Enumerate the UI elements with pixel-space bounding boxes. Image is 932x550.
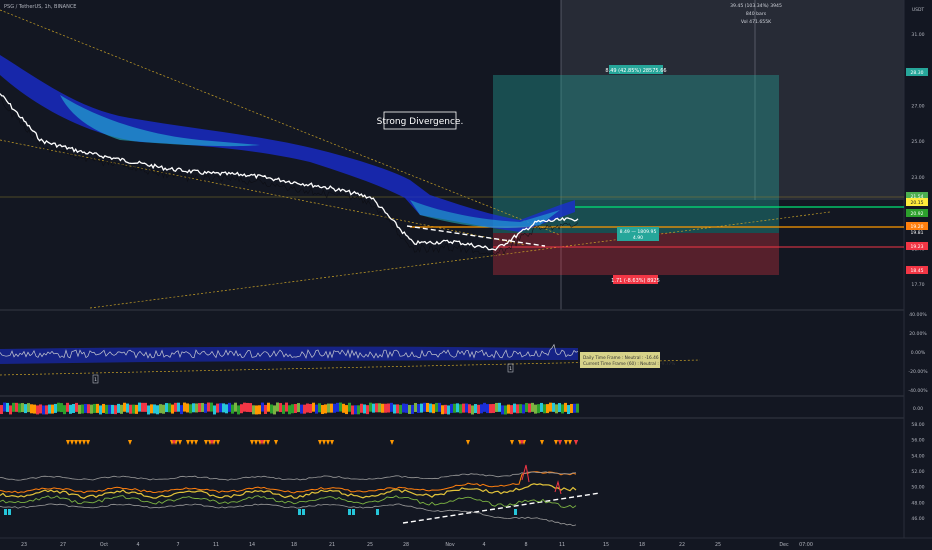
- axis-tick-label: 46.00: [911, 516, 924, 522]
- time-tick-label: 07:00: [799, 542, 813, 548]
- price-badge-label: 19.23: [911, 244, 924, 250]
- osc-marker-right: 1: [509, 366, 512, 372]
- price-badge-label: 20.92: [911, 211, 924, 217]
- time-tick-label: 15: [603, 542, 609, 548]
- measure-readout-3: Vol 471.655K: [741, 19, 772, 25]
- axis-tick-label: 40.00%: [909, 312, 927, 318]
- axis-tick-label: 0.00%: [911, 350, 926, 356]
- symbol-title[interactable]: PSG / TetherUS, 1h, BINANCE: [4, 4, 76, 10]
- tradingview-chart[interactable]: Strong Divergence. 8.49 (42.85%) 28575.6…: [0, 0, 932, 550]
- time-tick-label: 21: [329, 542, 335, 548]
- price-badge-label: 19.20: [911, 224, 924, 230]
- axis-tick-label: 54.00: [911, 453, 924, 459]
- time-tick-label: 11: [213, 542, 219, 548]
- mid-axis: 0.00: [913, 406, 923, 412]
- stop-label: 1.71 (-8.63%) 8925: [611, 278, 660, 284]
- axis-tick-label: 23.00: [911, 175, 924, 181]
- time-tick-label: 4: [136, 542, 139, 548]
- axis-tick-label: 56.00: [911, 438, 924, 444]
- divergence-note: Strong Divergence.: [377, 117, 464, 127]
- axis-tick-label: 0.00: [913, 406, 923, 412]
- axis-tick-label: 48.00: [911, 500, 924, 506]
- time-tick-label: 18: [639, 542, 645, 548]
- time-tick-label: 11: [559, 542, 565, 548]
- time-tick-label: 27: [60, 542, 66, 548]
- axis-tick-label: 31.00: [911, 32, 924, 38]
- target-zone[interactable]: [493, 75, 779, 233]
- time-tick-label: 22: [679, 542, 685, 548]
- time-tick-label: 25: [715, 542, 721, 548]
- axis-tick-label: 25.00: [911, 139, 924, 145]
- entry-label-1: 8.49 — 1809.95: [620, 229, 657, 235]
- time-tick-label: 7: [176, 542, 179, 548]
- time-tick-label: 28: [403, 542, 409, 548]
- axis-tick-label: 50.00: [911, 485, 924, 491]
- price-badge-label: 18.45: [911, 268, 924, 274]
- axis-tick-label: 27.00: [911, 103, 924, 109]
- axis-tick-label: -40.00%: [908, 388, 928, 394]
- osc-marker-left: 1: [94, 377, 97, 383]
- price-badge-label: 20.15: [911, 200, 924, 206]
- axis-tick-label: 20.00%: [909, 331, 927, 337]
- price-badge-label: 28.30: [911, 70, 924, 76]
- axis-tick-label: 58.00: [911, 422, 924, 428]
- osc-info-1: Daily Time Frame : Neutral : -16.46: [583, 355, 659, 361]
- time-tick-label: Oct: [100, 542, 108, 548]
- time-tick-label: 18: [291, 542, 297, 548]
- time-tick-label: 25: [367, 542, 373, 548]
- target-label: 8.49 (42.85%) 28575.66: [605, 68, 666, 74]
- entry-label-2: 4.90: [633, 235, 643, 241]
- price-axis-unit: USDT: [912, 7, 925, 13]
- osc-info-2: Current Time Frame (60) : Neutral : -9.7…: [583, 361, 675, 367]
- time-tick-label: 14: [249, 542, 255, 548]
- measure-readout-2: 840 bars: [746, 11, 767, 17]
- time-tick-label: Nov: [445, 542, 455, 548]
- axis-tick-label: 52.00: [911, 469, 924, 475]
- measure-readout-1: 39.45 (103.34%) 3945: [730, 3, 782, 9]
- time-tick-label: 8: [524, 542, 527, 548]
- time-tick-label: Dec: [779, 542, 789, 548]
- price-badge-label: 19.81: [911, 230, 924, 236]
- time-tick-label: 4: [482, 542, 485, 548]
- axis-tick-label: -20.00%: [908, 369, 928, 375]
- time-tick-label: 23: [21, 542, 27, 548]
- axis-tick-label: 17.70: [911, 282, 924, 288]
